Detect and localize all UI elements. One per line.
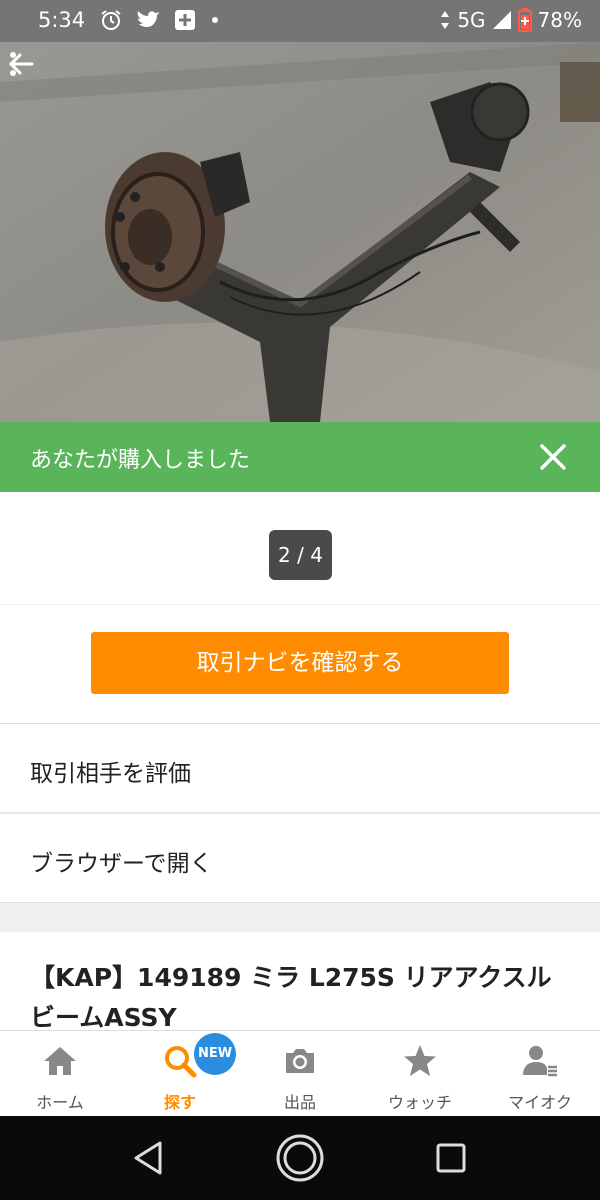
- item-photo[interactable]: [0, 42, 600, 422]
- tab-sell-label: 出品: [283, 1093, 316, 1112]
- nav-back-icon[interactable]: [124, 1133, 174, 1183]
- system-nav-bar: [0, 1116, 600, 1200]
- battery-percent: 78%: [537, 8, 582, 32]
- item-title-section: 【KAP】149189 ミラ L275S リアアクスルビームASSY: [0, 932, 600, 1030]
- nav-home-icon[interactable]: [275, 1133, 325, 1183]
- photo-page-indicator: 2 / 4: [269, 530, 332, 580]
- plus-box-icon: [175, 10, 195, 30]
- camera-icon: [286, 1049, 314, 1073]
- tab-search-label: 探す: [163, 1093, 196, 1112]
- star-icon: [404, 1045, 436, 1076]
- alarm-icon: [101, 10, 121, 30]
- nav-recents-icon[interactable]: [426, 1133, 476, 1183]
- signal-icon: [492, 11, 511, 29]
- bottom-tab-bar: ホーム 探す 出品 ウォッチ マイオク: [0, 1030, 600, 1116]
- tab-watch[interactable]: ウォッチ: [360, 1031, 480, 1117]
- data-arrows-icon: [441, 11, 450, 29]
- tab-myauction-label: マイオク: [508, 1093, 572, 1112]
- twitter-icon: [137, 11, 159, 27]
- tab-home-label: ホーム: [36, 1093, 84, 1112]
- user-list-icon: [523, 1046, 557, 1077]
- network-type: 5G: [457, 8, 486, 32]
- open-in-browser-label: ブラウザーで開く: [30, 851, 213, 877]
- rate-partner-label: 取引相手を評価: [30, 761, 191, 787]
- search-icon: [165, 1046, 197, 1078]
- tab-home[interactable]: ホーム: [0, 1031, 120, 1117]
- battery-icon: [517, 8, 532, 32]
- section-gap: [0, 902, 600, 932]
- trade-navi-button[interactable]: 取引ナビを確認する: [91, 632, 509, 694]
- dot-icon: [212, 17, 218, 23]
- rear-axle-photo: [0, 42, 600, 422]
- status-bar: 5:34 5G 78%: [0, 0, 600, 42]
- divider: [0, 604, 600, 605]
- status-right-icons: 5G 78%: [439, 8, 582, 32]
- tab-sell[interactable]: 出品: [240, 1031, 360, 1117]
- tab-myauction[interactable]: マイオク: [480, 1031, 600, 1117]
- item-title: 【KAP】149189 ミラ L275S リアアクスルビームASSY: [30, 963, 552, 1030]
- purchased-banner: あなたが購入しました: [0, 422, 600, 492]
- home-icon: [44, 1047, 76, 1075]
- more-vert-icon[interactable]: [0, 42, 26, 86]
- tab-watch-label: ウォッチ: [387, 1093, 452, 1112]
- open-in-browser-row[interactable]: ブラウザーで開く: [0, 814, 600, 902]
- status-notification-icons: [100, 9, 220, 31]
- status-time: 5:34: [38, 8, 86, 32]
- new-badge: NEW: [194, 1033, 236, 1075]
- close-icon[interactable]: [534, 438, 572, 476]
- purchased-banner-text: あなたが購入しました: [30, 448, 251, 473]
- rate-partner-row[interactable]: 取引相手を評価: [0, 724, 600, 812]
